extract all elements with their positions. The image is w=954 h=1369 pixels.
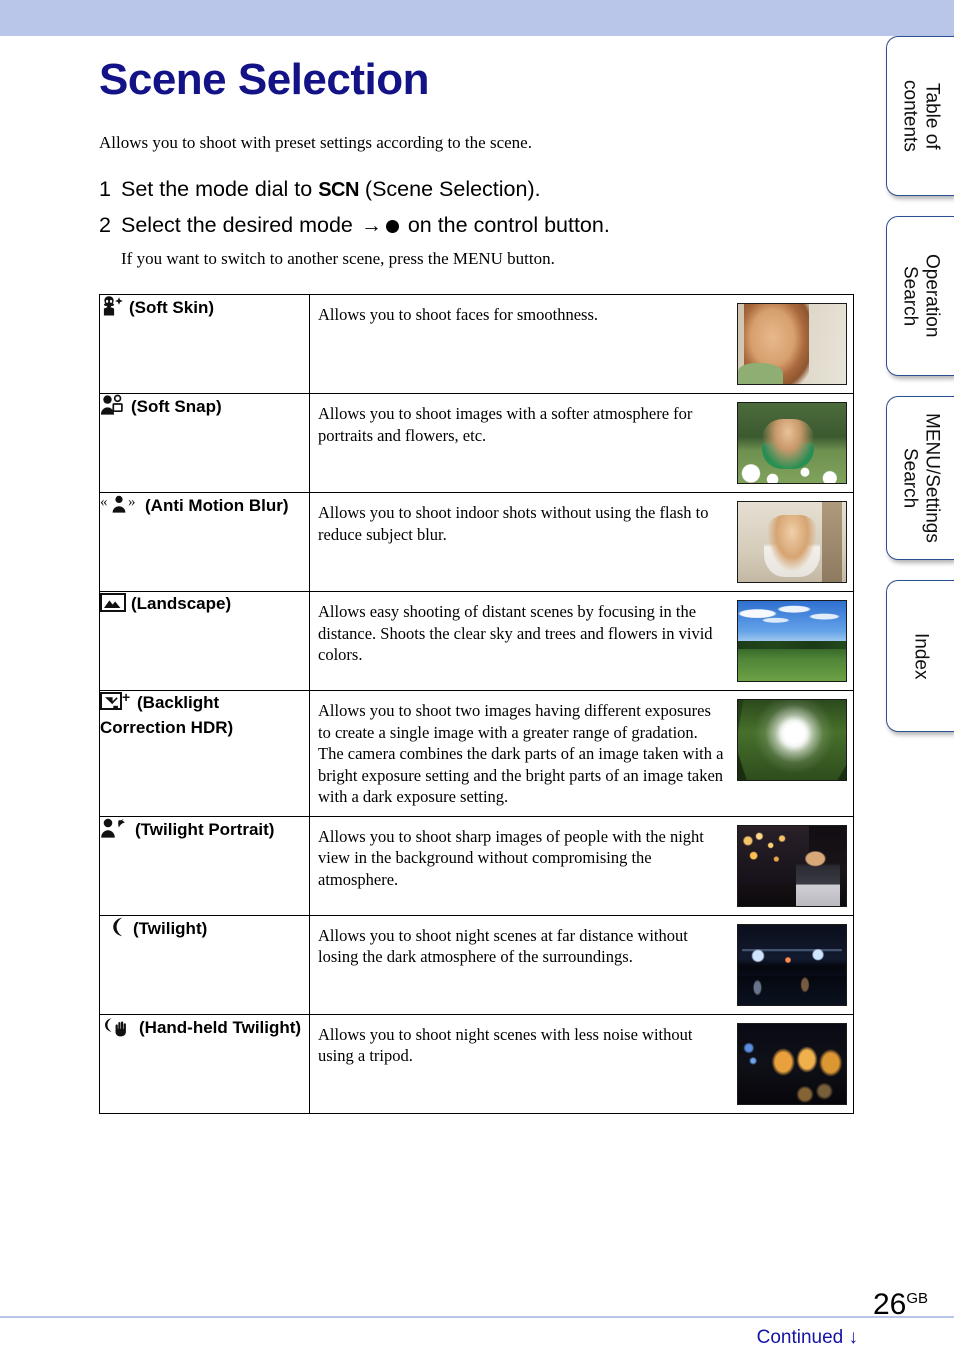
mode-cell-backlight-hdr: + (Backlight Correction HDR) [99, 689, 310, 817]
tab-label: Table of contents [899, 80, 943, 152]
mode-cell-soft-snap: (Soft Snap) [99, 393, 310, 493]
backlight-correction-hdr-icon: + [100, 689, 132, 717]
hand-held-twilight-thumbnail [737, 1022, 847, 1105]
desc-cell-twilight: Allows you to shoot night scenes at far … [309, 914, 854, 1015]
tab-index[interactable]: Index [886, 580, 954, 732]
desc-cell-soft-skin: Allows you to shoot faces for smoothness… [309, 294, 854, 394]
table-row: « » (Anti Motion Blur) Allows you to sho… [99, 492, 854, 592]
mode-label: (Twilight Portrait) [135, 819, 275, 839]
table-row: + (Backlight Correction HDR) Allows you … [99, 689, 854, 817]
step-1-text-after: (Scene Selection). [358, 177, 541, 201]
table-row: (Twilight Portrait) Allows you to shoot … [99, 815, 854, 916]
page-number-suffix: GB [906, 1290, 928, 1307]
mode-label: (Hand-held Twilight) [139, 1017, 302, 1037]
desc-cell-landscape: Allows easy shooting of distant scenes b… [309, 591, 854, 691]
soft-skin-icon [100, 295, 124, 322]
mode-description: Allows you to shoot indoor shots without… [318, 503, 709, 544]
top-color-band [0, 0, 954, 36]
page-title: Scene Selection [99, 55, 429, 104]
right-arrow-icon: → [360, 214, 382, 237]
step-2-text-before: Select the desired mode [121, 213, 359, 237]
scene-modes-table: (Soft Skin) Allows you to shoot faces fo… [99, 294, 854, 1114]
twilight-portrait-thumbnail [737, 824, 847, 907]
desc-cell-backlight-hdr: Allows you to shoot two images having di… [309, 690, 854, 817]
soft-snap-icon [100, 394, 126, 421]
mode-description: Allows you to shoot night scenes with le… [318, 1024, 693, 1066]
landscape-thumbnail [737, 600, 847, 682]
mode-label: (Twilight) [133, 918, 208, 938]
intro-paragraph: Allows you to shoot with preset settings… [99, 133, 532, 152]
mode-cell-soft-skin: (Soft Skin) [99, 294, 310, 394]
step-2-substep: If you want to switch to another scene, … [121, 249, 555, 268]
twilight-thumbnail [737, 923, 847, 1006]
mode-label: (Landscape) [131, 594, 232, 613]
table-row: (Soft Skin) Allows you to shoot faces fo… [99, 294, 854, 394]
mode-description: Allows you to shoot two images having di… [318, 701, 724, 806]
mode-description: Allows you to shoot images with a softer… [318, 404, 693, 445]
tab-table-of-contents[interactable]: Table of contents [886, 36, 954, 196]
step-1-number: 1 [99, 177, 111, 201]
table-row: (Soft Snap) Allows you to shoot images w… [99, 393, 854, 493]
twilight-portrait-icon [100, 817, 130, 844]
desc-cell-anti-motion-blur: Allows you to shoot indoor shots without… [309, 492, 854, 592]
mode-label: (Soft Skin) [129, 298, 214, 317]
mode-description: Allows you to shoot night scenes at far … [318, 925, 688, 967]
step-2: 2 Select the desired mode → on the contro… [99, 212, 859, 239]
mode-label: (Anti Motion Blur) [145, 496, 289, 515]
table-row: (Twilight) Allows you to shoot night sce… [99, 914, 854, 1015]
mode-cell-twilight-portrait: (Twilight Portrait) [99, 815, 310, 916]
mode-description: Allows you to shoot faces for smoothness… [318, 305, 599, 324]
mode-description: Allows you to shoot sharp images of peop… [318, 826, 704, 889]
svg-text:+: + [122, 691, 130, 705]
document-page: Scene Selection Allows you to shoot with… [0, 0, 954, 1369]
table-row: (Hand-held Twilight) Allows you to shoot… [99, 1013, 854, 1114]
mode-cell-landscape: (Landscape) [99, 591, 310, 691]
step-2-number: 2 [99, 213, 111, 237]
tab-label: MENU/Settings Search [899, 413, 943, 543]
tab-label: Operation Search [899, 254, 943, 338]
soft-skin-thumbnail [737, 303, 847, 385]
mode-description: Allows easy shooting of distant scenes b… [318, 602, 713, 664]
main-content-column: Scene Selection Allows you to shoot with… [99, 36, 859, 1114]
anti-motion-blur-thumbnail [737, 501, 847, 583]
table-row: (Landscape) Allows easy shooting of dist… [99, 591, 854, 691]
instruction-steps: 1 Set the mode dial to SCN (Scene Selecti… [99, 176, 859, 270]
step-2-text-after: on the control button. [401, 213, 610, 237]
tab-operation-search[interactable]: Operation Search [886, 216, 954, 376]
desc-cell-soft-snap: Allows you to shoot images with a softer… [309, 393, 854, 493]
svg-text:«: « [100, 494, 108, 510]
mode-label: (Soft Snap) [131, 397, 222, 416]
tab-label: Index [910, 632, 932, 680]
tab-menu-settings-search[interactable]: MENU/Settings Search [886, 396, 954, 560]
desc-cell-twilight-portrait: Allows you to shoot sharp images of peop… [309, 815, 854, 916]
soft-snap-thumbnail [737, 402, 847, 484]
anti-motion-blur-icon: « » [100, 493, 140, 520]
desc-cell-hand-held-twilight: Allows you to shoot night scenes with le… [309, 1013, 854, 1114]
svg-text:»: » [128, 494, 136, 510]
scn-mode-icon: SCN [318, 179, 359, 201]
continued-link[interactable]: Continued ↓ [757, 1327, 858, 1349]
landscape-icon [100, 592, 126, 618]
backlight-hdr-thumbnail [737, 699, 847, 781]
mode-cell-anti-motion-blur: « » (Anti Motion Blur) [99, 492, 310, 592]
mode-cell-hand-held-twilight: (Hand-held Twilight) [99, 1013, 310, 1114]
step-1-text-before: Set the mode dial to [121, 177, 319, 201]
mode-cell-twilight: (Twilight) [99, 914, 310, 1015]
twilight-icon [106, 916, 128, 943]
footer-divider [0, 1316, 954, 1318]
hand-held-twilight-icon [100, 1015, 134, 1042]
step-1: 1 Set the mode dial to SCN (Scene Selecti… [99, 176, 859, 203]
center-button-dot-icon [385, 220, 399, 233]
